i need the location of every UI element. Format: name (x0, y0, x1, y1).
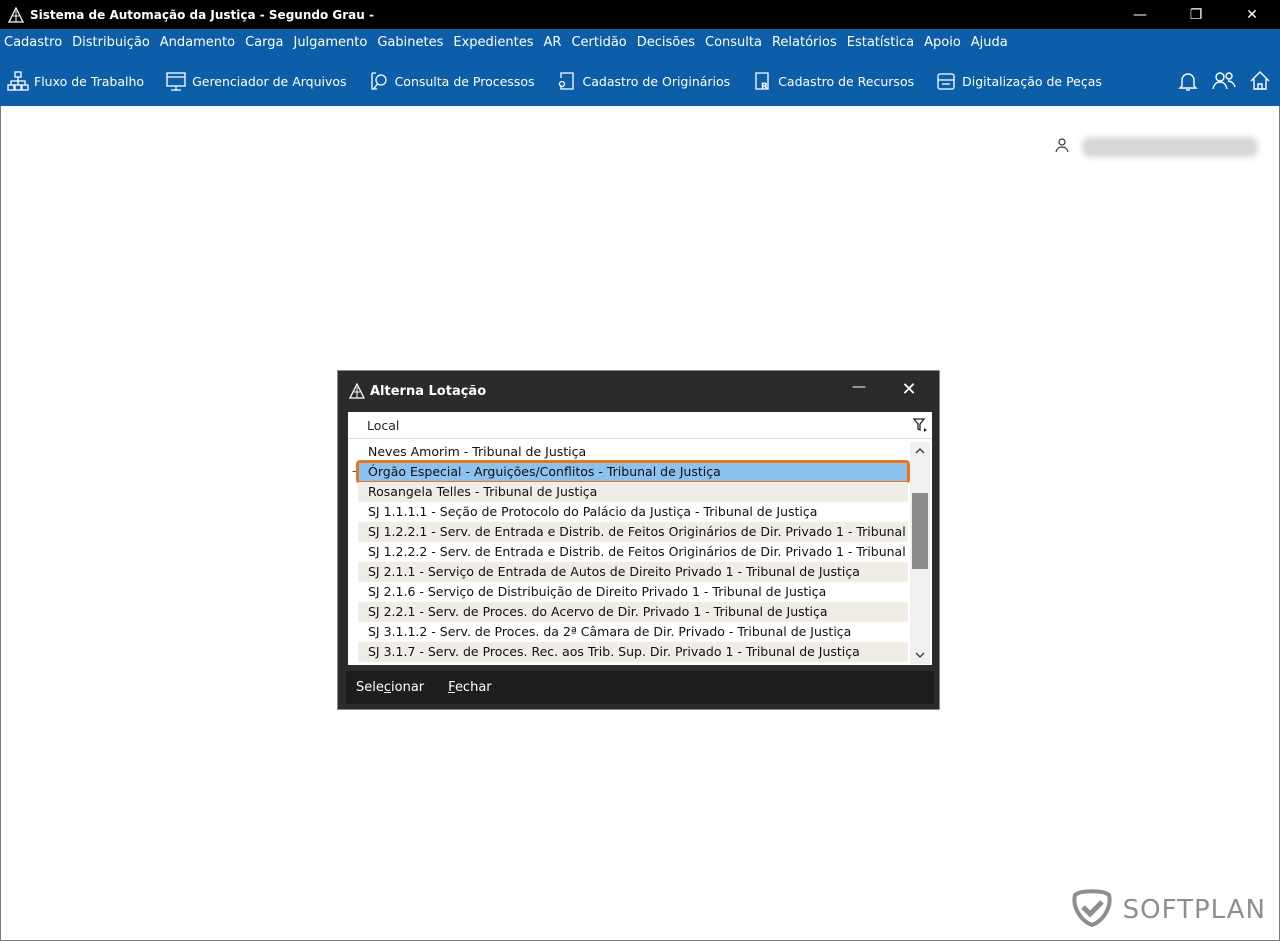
workflow-icon (6, 69, 30, 93)
toolbar-label: Consulta de Processos (394, 73, 535, 89)
restore-button[interactable]: ❐ (1168, 0, 1224, 29)
app-logo-icon (6, 5, 26, 25)
app-logo-icon (348, 382, 366, 400)
recursos-icon: R (750, 69, 774, 93)
menu-decisoes[interactable]: Decisões (632, 35, 700, 50)
softplan-emblem-icon (1069, 887, 1115, 933)
filter-icon[interactable] (910, 415, 930, 435)
dialog-title: Alterna Lotação (370, 383, 487, 399)
home-icon[interactable] (1246, 67, 1274, 95)
menu-andamento[interactable]: Andamento (155, 35, 240, 50)
selecionar-label-pre: Sele (356, 680, 384, 695)
toolbar-cadastro-de-recursos[interactable]: R Cadastro de Recursos (750, 69, 914, 93)
vertical-scrollbar[interactable] (910, 442, 930, 664)
menu-consulta[interactable]: Consulta (700, 35, 767, 50)
menu-bar: Cadastro Distribuição Andamento Carga Ju… (0, 29, 1280, 56)
dialog-close-button[interactable]: ✕ (897, 379, 921, 400)
table-row[interactable]: SJ 2.1.6 - Serviço de Distribuição de Di… (358, 582, 908, 602)
menu-distribuicao[interactable]: Distribuição (67, 35, 155, 50)
menu-cadastro[interactable]: Cadastro (0, 35, 67, 50)
originarios-icon (555, 69, 579, 93)
toolbar: Fluxo de Trabalho Gerenciador de Arquivo… (0, 56, 1280, 106)
scroll-down-icon[interactable] (910, 646, 930, 664)
search-process-icon (367, 69, 391, 93)
table-row[interactable]: SJ 1.1.1.1 - Seção de Protocolo do Palác… (358, 502, 908, 522)
scrollbar-thumb[interactable] (912, 493, 928, 569)
column-header-local[interactable]: Local (367, 418, 399, 433)
table-row[interactable]: SJ 2.1.1 - Serviço de Entrada de Autos d… (358, 562, 908, 582)
alterna-lotacao-dialog: Alterna Lotação — ✕ Local → Neves Amorim… (337, 370, 940, 710)
grid-header: Local (348, 412, 932, 439)
fechar-button[interactable]: Fechar (448, 680, 491, 695)
lotacao-grid: Local → Neves Amorim - Tribunal de Justi… (348, 412, 932, 665)
user-info (1054, 137, 1258, 157)
table-row[interactable]: SJ 2.2.1 - Serv. de Proces. do Acervo de… (358, 602, 908, 622)
toolbar-label: Gerenciador de Arquivos (192, 73, 347, 89)
fechar-accesskey: F (448, 680, 455, 695)
bell-icon[interactable] (1174, 67, 1202, 95)
window-title: Sistema de Automação da Justiça - Segund… (30, 7, 374, 22)
menu-ar[interactable]: AR (539, 35, 567, 50)
table-row[interactable]: SJ 1.2.2.1 - Serv. de Entrada e Distrib.… (358, 522, 908, 542)
toolbar-digitalizacao-de-pecas[interactable]: Digitalização de Peças (934, 69, 1102, 93)
selecionar-label-post: ionar (391, 680, 425, 695)
table-row-selected[interactable]: Órgão Especial - Arguições/Conflitos - T… (356, 460, 910, 484)
menu-expedientes[interactable]: Expedientes (448, 35, 538, 50)
table-row[interactable]: SJ 3.1.7 - Serv. de Proces. Rec. aos Tri… (358, 642, 908, 662)
toolbar-label: Digitalização de Peças (962, 73, 1102, 89)
fechar-label-post: echar (454, 680, 492, 695)
menu-ajuda[interactable]: Ajuda (966, 35, 1013, 50)
close-button[interactable]: ✕ (1224, 0, 1280, 29)
toolbar-label: Cadastro de Recursos (778, 73, 915, 89)
selecionar-accesskey: c (383, 680, 392, 695)
toolbar-label: Cadastro de Originários (582, 73, 731, 89)
toolbar-label: Fluxo de Trabalho (34, 73, 145, 89)
table-row[interactable]: Rosangela Telles - Tribunal de Justiça (358, 482, 908, 502)
minimize-button[interactable]: — (1112, 0, 1168, 29)
table-row[interactable]: Neves Amorim - Tribunal de Justiça (358, 442, 908, 462)
toolbar-gerenciador-de-arquivos[interactable]: Gerenciador de Arquivos (164, 69, 347, 93)
user-icon (1054, 137, 1070, 157)
menu-relatorios[interactable]: Relatórios (767, 35, 842, 50)
table-row[interactable]: SJ 3.1.1.2 - Serv. de Proces. da 2ª Câma… (358, 622, 908, 642)
selecionar-button[interactable]: Selecionar (356, 680, 424, 695)
file-manager-icon (164, 69, 188, 93)
scroll-up-icon[interactable] (910, 442, 930, 460)
user-name (1082, 137, 1258, 157)
table-row[interactable]: SJ 1.2.2.2 - Serv. de Entrada e Distrib.… (358, 542, 908, 562)
menu-carga[interactable]: Carga (240, 35, 288, 50)
menu-gabinetes[interactable]: Gabinetes (372, 35, 448, 50)
title-bar: Sistema de Automação da Justiça - Segund… (0, 0, 1280, 29)
dialog-footer: Selecionar Fechar (346, 671, 934, 704)
users-icon[interactable] (1210, 67, 1238, 95)
toolbar-consulta-de-processos[interactable]: Consulta de Processos (367, 69, 535, 93)
menu-julgamento[interactable]: Julgamento (288, 35, 372, 50)
softplan-logo: SOFTPLAN (1069, 887, 1266, 933)
softplan-logo-text: SOFTPLAN (1122, 895, 1266, 925)
toolbar-cadastro-de-originarios[interactable]: Cadastro de Originários (555, 69, 731, 93)
menu-apoio[interactable]: Apoio (919, 35, 966, 50)
dialog-title-bar: Alterna Lotação — ✕ (338, 371, 939, 411)
dialog-minimize-button[interactable]: — (847, 379, 871, 395)
svg-text:R: R (761, 82, 768, 92)
menu-estatistica[interactable]: Estatística (842, 35, 919, 50)
scanner-icon (934, 69, 958, 93)
menu-certidao[interactable]: Certidão (566, 35, 631, 50)
toolbar-fluxo-de-trabalho[interactable]: Fluxo de Trabalho (6, 69, 144, 93)
grid-rows: → Neves Amorim - Tribunal de Justiça Órg… (348, 442, 910, 664)
